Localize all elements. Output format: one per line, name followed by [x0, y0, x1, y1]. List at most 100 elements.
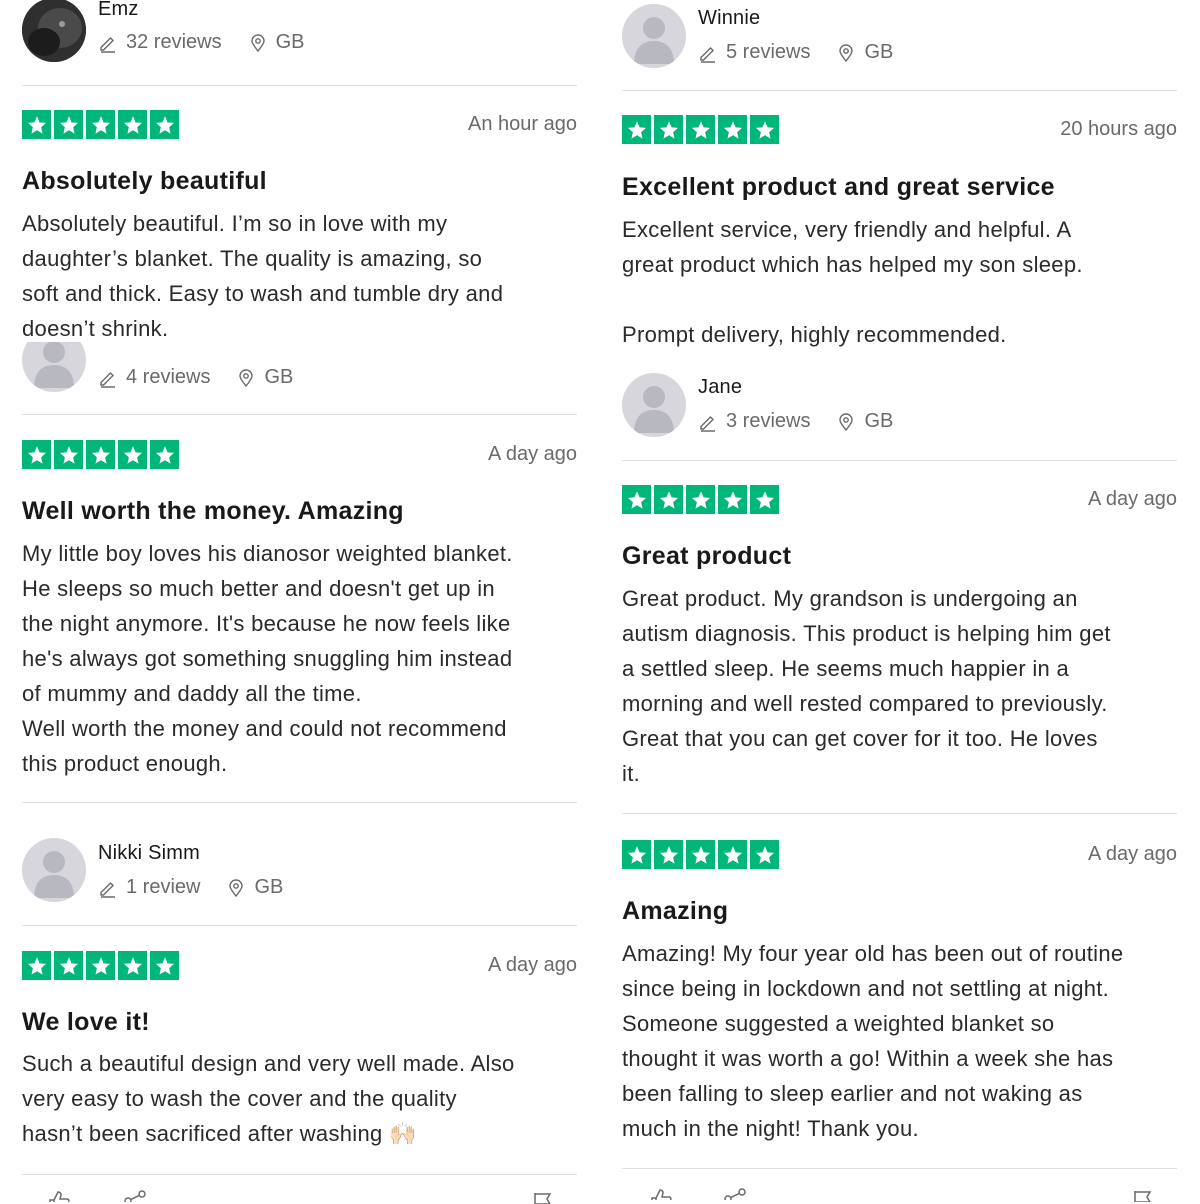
star-icon	[686, 840, 715, 869]
star-icon	[750, 115, 779, 144]
divider	[22, 1174, 577, 1175]
reviewer-info: Nikki Simm 1 review GB	[22, 838, 577, 908]
star-icon	[718, 485, 747, 514]
review-body: Absolutely beautiful. I’m so in love wit…	[22, 211, 504, 341]
review-title[interactable]: Great product	[622, 542, 1177, 571]
right-review-column: Winnie 5 reviews GB 20 hours ago Excelle…	[622, 0, 1177, 1202]
location-pin-icon	[226, 878, 246, 898]
divider	[622, 90, 1177, 91]
reviewer-meta: 3 reviews GB	[698, 410, 893, 433]
divider	[22, 925, 577, 926]
divider	[22, 414, 577, 415]
star-icon	[150, 110, 179, 139]
pencil-icon	[698, 43, 718, 63]
pencil-icon	[98, 368, 118, 388]
avatar[interactable]	[622, 373, 686, 437]
pencil-icon	[698, 412, 718, 432]
star-icon	[622, 115, 651, 144]
reviewer-meta: 32 reviews GB	[98, 31, 305, 54]
pencil-icon	[98, 878, 118, 898]
star-rating	[22, 110, 179, 139]
divider	[622, 813, 1177, 814]
reviewer-info: Winnie 5 reviews GB	[622, 4, 1177, 74]
star-icon	[86, 951, 115, 980]
flag-icon[interactable]	[530, 1190, 556, 1204]
star-icon	[718, 115, 747, 144]
location-pin-icon	[836, 43, 856, 63]
avatar[interactable]	[22, 342, 86, 392]
star-icon	[54, 440, 83, 469]
review-count: 5 reviews	[726, 41, 811, 63]
star-rating	[22, 440, 179, 469]
thumbs-up-icon[interactable]	[648, 1186, 674, 1200]
review-title[interactable]: Well worth the money. Amazing	[22, 497, 577, 526]
divider	[22, 85, 577, 86]
reviewer-country: GB	[275, 31, 305, 53]
review-title[interactable]: Absolutely beautiful	[22, 167, 577, 196]
reviewer-meta: 5 reviews GB	[698, 41, 893, 64]
star-icon	[686, 115, 715, 144]
avatar[interactable]	[622, 4, 686, 68]
divider	[622, 460, 1177, 461]
star-icon	[118, 440, 147, 469]
star-icon	[750, 485, 779, 514]
reviewer-country: GB	[264, 366, 294, 388]
review-date: A day ago	[1088, 843, 1177, 865]
review-date: A day ago	[488, 443, 577, 465]
star-icon	[654, 115, 683, 144]
star-icon	[750, 840, 779, 869]
profile-photo-icon	[22, 0, 86, 62]
location-pin-icon	[236, 368, 256, 388]
star-icon	[118, 951, 147, 980]
star-icon	[686, 485, 715, 514]
review-date: A day ago	[1088, 488, 1177, 510]
avatar[interactable]	[22, 0, 86, 62]
review-body: My little boy loves his dianosor weighte…	[22, 541, 513, 776]
location-pin-icon	[836, 412, 856, 432]
star-rating	[622, 485, 779, 514]
left-review-column: Emz 32 reviews GB An hour ago Absolutely…	[22, 0, 577, 1204]
divider	[622, 1168, 1177, 1169]
review-date: An hour ago	[468, 113, 577, 135]
star-icon	[118, 110, 147, 139]
star-icon	[22, 440, 51, 469]
star-icon	[654, 485, 683, 514]
default-avatar-icon	[34, 342, 74, 388]
star-icon	[150, 951, 179, 980]
review-date: 20 hours ago	[1060, 118, 1177, 140]
star-rating	[622, 115, 779, 144]
star-icon	[150, 440, 179, 469]
review-title[interactable]: We love it!	[22, 1008, 577, 1037]
star-rating	[622, 840, 779, 869]
reviewer-name[interactable]: Jane	[698, 376, 742, 399]
review-title[interactable]: Excellent product and great service	[622, 173, 1177, 202]
avatar[interactable]	[22, 838, 86, 902]
reviewer-name[interactable]: Nikki Simm	[98, 842, 200, 865]
share-icon[interactable]	[722, 1186, 748, 1200]
reviewer-meta: 4 reviews GB	[98, 366, 293, 389]
reviewer-country: GB	[864, 41, 894, 63]
reviewer-country: GB	[254, 876, 284, 898]
default-avatar-icon	[34, 851, 74, 898]
star-icon	[22, 951, 51, 980]
review-count: 32 reviews	[126, 31, 222, 53]
review-title[interactable]: Amazing	[622, 897, 1177, 926]
review-count: 4 reviews	[126, 366, 211, 388]
reviewer-info: Emz 32 reviews GB	[22, 0, 577, 68]
location-pin-icon	[248, 33, 268, 53]
star-icon	[86, 110, 115, 139]
reviewer-info: Jane 3 reviews GB	[622, 373, 1177, 443]
divider	[22, 802, 577, 803]
star-icon	[86, 440, 115, 469]
reviewer-meta: 1 review GB	[98, 876, 283, 899]
review-count: 3 reviews	[726, 410, 811, 432]
star-icon	[22, 110, 51, 139]
reviewer-name[interactable]: Winnie	[698, 7, 760, 30]
reviewer-name[interactable]: Emz	[98, 0, 139, 21]
review-body: Excellent service, very friendly and hel…	[622, 217, 1083, 347]
review-count: 1 review	[126, 876, 201, 898]
star-icon	[718, 840, 747, 869]
default-avatar-icon	[634, 17, 674, 64]
review-body: Great product. My grandson is undergoing…	[622, 586, 1111, 786]
default-avatar-icon	[634, 386, 674, 433]
